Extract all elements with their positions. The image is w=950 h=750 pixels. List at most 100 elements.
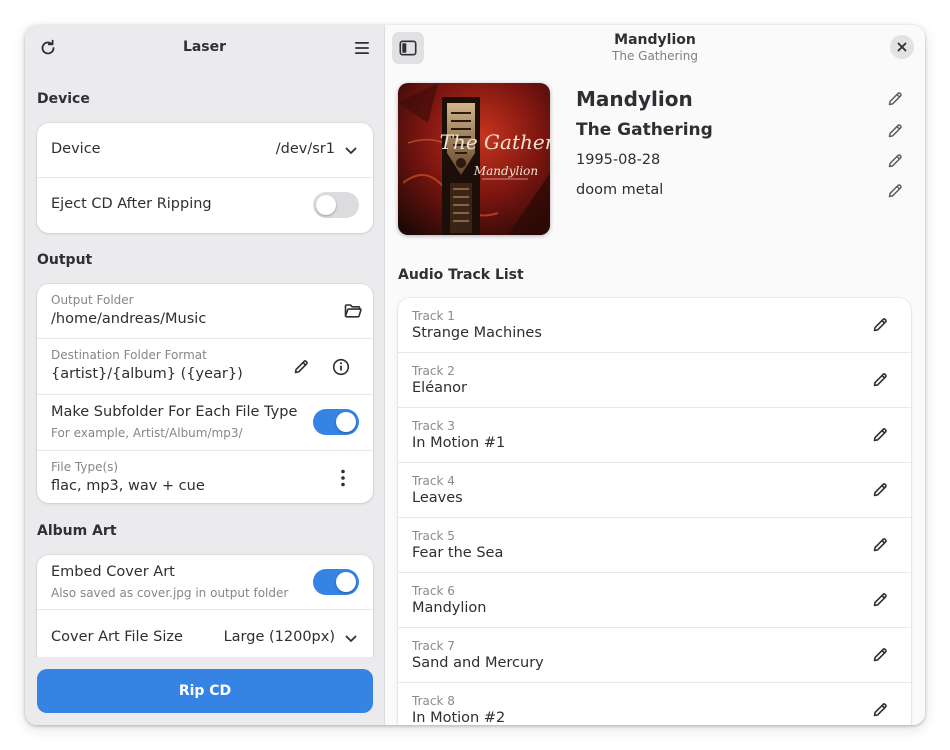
track-row[interactable]: Track 1 Strange Machines bbox=[398, 298, 911, 353]
output-folder-value: /home/andreas/Music bbox=[51, 311, 207, 327]
window-subtitle: The Gathering bbox=[612, 49, 698, 63]
track-number: Track 1 bbox=[412, 309, 455, 323]
subfolder-row[interactable]: Make Subfolder For Each File Type For ex… bbox=[37, 395, 373, 451]
file-types-menu-button[interactable] bbox=[331, 466, 355, 490]
pencil-icon bbox=[873, 538, 887, 552]
edit-track-button[interactable] bbox=[870, 480, 890, 500]
track-title: Sand and Mercury bbox=[412, 655, 544, 671]
track-row[interactable]: Track 2 Eléanor bbox=[398, 353, 911, 408]
edit-title-button[interactable] bbox=[885, 89, 905, 109]
output-folder-row[interactable]: Output Folder /home/andreas/Music bbox=[37, 284, 373, 339]
rip-cd-button[interactable]: Rip CD bbox=[37, 669, 373, 713]
cover-size-dropdown[interactable] bbox=[339, 627, 363, 651]
edit-track-button[interactable] bbox=[870, 370, 890, 390]
edit-track-button[interactable] bbox=[870, 590, 890, 610]
track-title: Mandylion bbox=[412, 600, 487, 616]
pencil-icon bbox=[873, 318, 887, 332]
track-row[interactable]: Track 5 Fear the Sea bbox=[398, 518, 911, 573]
edit-date-button[interactable] bbox=[885, 151, 905, 171]
edit-track-button[interactable] bbox=[870, 425, 890, 445]
album-title: Mandylion bbox=[576, 87, 693, 111]
file-types-value: flac, mp3, wav + cue bbox=[51, 478, 205, 494]
sidebar-scroll-area[interactable]: Device Device /dev/sr1 Eject CD After Ri… bbox=[25, 71, 384, 657]
album-cover-artwork: The Gathering Mandylion bbox=[398, 83, 550, 235]
close-icon bbox=[897, 42, 907, 52]
track-number: Track 2 bbox=[412, 364, 455, 378]
hamburger-menu-icon bbox=[355, 42, 369, 54]
output-card: Output Folder /home/andreas/Music Destin… bbox=[37, 284, 373, 503]
track-row[interactable]: Track 3 In Motion #1 bbox=[398, 408, 911, 463]
subfolder-toggle[interactable] bbox=[313, 409, 359, 435]
embed-cover-toggle[interactable] bbox=[313, 569, 359, 595]
track-row[interactable]: Track 7 Sand and Mercury bbox=[398, 628, 911, 683]
track-number: Track 7 bbox=[412, 639, 455, 653]
track-row[interactable]: Track 8 In Motion #2 bbox=[398, 683, 911, 725]
edit-track-button[interactable] bbox=[870, 645, 890, 665]
track-number: Track 5 bbox=[412, 529, 455, 543]
sidebar-title: Laser bbox=[182, 39, 227, 55]
eject-row[interactable]: Eject CD After Ripping bbox=[37, 178, 373, 233]
format-info-button[interactable] bbox=[329, 355, 353, 379]
album-date: 1995-08-28 bbox=[576, 152, 661, 168]
edit-track-button[interactable] bbox=[870, 315, 890, 335]
output-section-heading: Output bbox=[37, 252, 93, 268]
chevron-down-icon bbox=[345, 635, 357, 642]
close-button[interactable] bbox=[890, 35, 914, 59]
track-list[interactable]: Track 1 Strange Machines Track 2 Eléanor Tra… bbox=[398, 298, 911, 725]
main-menu-button[interactable] bbox=[347, 33, 377, 63]
file-types-label: File Type(s) bbox=[51, 460, 119, 474]
edit-track-button[interactable] bbox=[870, 535, 890, 555]
album-cover-image[interactable]: The Gathering Mandylion bbox=[398, 83, 550, 235]
pencil-icon bbox=[888, 92, 902, 106]
folder-open-icon bbox=[344, 304, 362, 318]
edit-genre-button[interactable] bbox=[885, 181, 905, 201]
track-number: Track 6 bbox=[412, 584, 455, 598]
device-dropdown[interactable] bbox=[339, 139, 363, 163]
edit-track-button[interactable] bbox=[870, 700, 890, 720]
embed-cover-row[interactable]: Embed Cover Art Also saved as cover.jpg … bbox=[37, 555, 373, 610]
sidebar: Laser Device Device /dev/sr1 Eject CD Af… bbox=[25, 25, 385, 725]
toggle-knob bbox=[336, 572, 356, 592]
track-title: Leaves bbox=[412, 490, 463, 506]
device-value: /dev/sr1 bbox=[275, 141, 335, 157]
more-vertical-icon bbox=[341, 469, 345, 487]
edit-artist-button[interactable] bbox=[885, 121, 905, 141]
sidebar-header: Laser bbox=[25, 25, 384, 71]
pencil-icon bbox=[294, 360, 308, 374]
open-folder-button[interactable] bbox=[341, 299, 365, 323]
pencil-icon bbox=[888, 124, 902, 138]
device-card: Device /dev/sr1 Eject CD After Ripping bbox=[37, 123, 373, 233]
track-row[interactable]: Track 6 Mandylion bbox=[398, 573, 911, 628]
device-label: Device bbox=[51, 141, 101, 157]
embed-cover-label: Embed Cover Art bbox=[51, 564, 175, 580]
device-section-heading: Device bbox=[37, 91, 90, 107]
track-title: In Motion #1 bbox=[412, 435, 506, 451]
eject-toggle[interactable] bbox=[313, 192, 359, 218]
track-title: In Motion #2 bbox=[412, 710, 506, 725]
content-header: Mandylion The Gathering bbox=[385, 25, 925, 71]
track-row[interactable]: Track 4 Leaves bbox=[398, 463, 911, 518]
file-types-row: File Type(s) flac, mp3, wav + cue bbox=[37, 451, 373, 503]
window-title: Mandylion bbox=[614, 32, 696, 48]
pencil-icon bbox=[873, 703, 887, 717]
subfolder-hint: For example, Artist/Album/mp3/ bbox=[51, 426, 243, 440]
cover-size-label: Cover Art File Size bbox=[51, 629, 183, 645]
cover-album-text: Mandylion bbox=[473, 164, 538, 178]
app-window: Laser Device Device /dev/sr1 Eject CD Af… bbox=[25, 25, 925, 725]
album-artist: The Gathering bbox=[576, 120, 713, 140]
output-folder-label: Output Folder bbox=[51, 293, 134, 307]
embed-cover-hint: Also saved as cover.jpg in output folder bbox=[51, 586, 289, 600]
device-row[interactable]: Device /dev/sr1 bbox=[37, 123, 373, 178]
main-content: Mandylion The Gathering The Gathe Mandyl… bbox=[385, 25, 925, 725]
cover-size-row[interactable]: Cover Art File Size Large (1200px) bbox=[37, 610, 373, 657]
chevron-down-icon bbox=[345, 147, 357, 154]
edit-format-button[interactable] bbox=[289, 355, 313, 379]
eject-label: Eject CD After Ripping bbox=[51, 196, 212, 212]
track-number: Track 8 bbox=[412, 694, 455, 708]
pencil-icon bbox=[873, 648, 887, 662]
cover-size-value: Large (1200px) bbox=[223, 629, 335, 645]
cover-band-text: The Gathering bbox=[440, 130, 550, 154]
folder-format-label: Destination Folder Format bbox=[51, 348, 207, 362]
pencil-icon bbox=[873, 593, 887, 607]
track-number: Track 3 bbox=[412, 419, 455, 433]
